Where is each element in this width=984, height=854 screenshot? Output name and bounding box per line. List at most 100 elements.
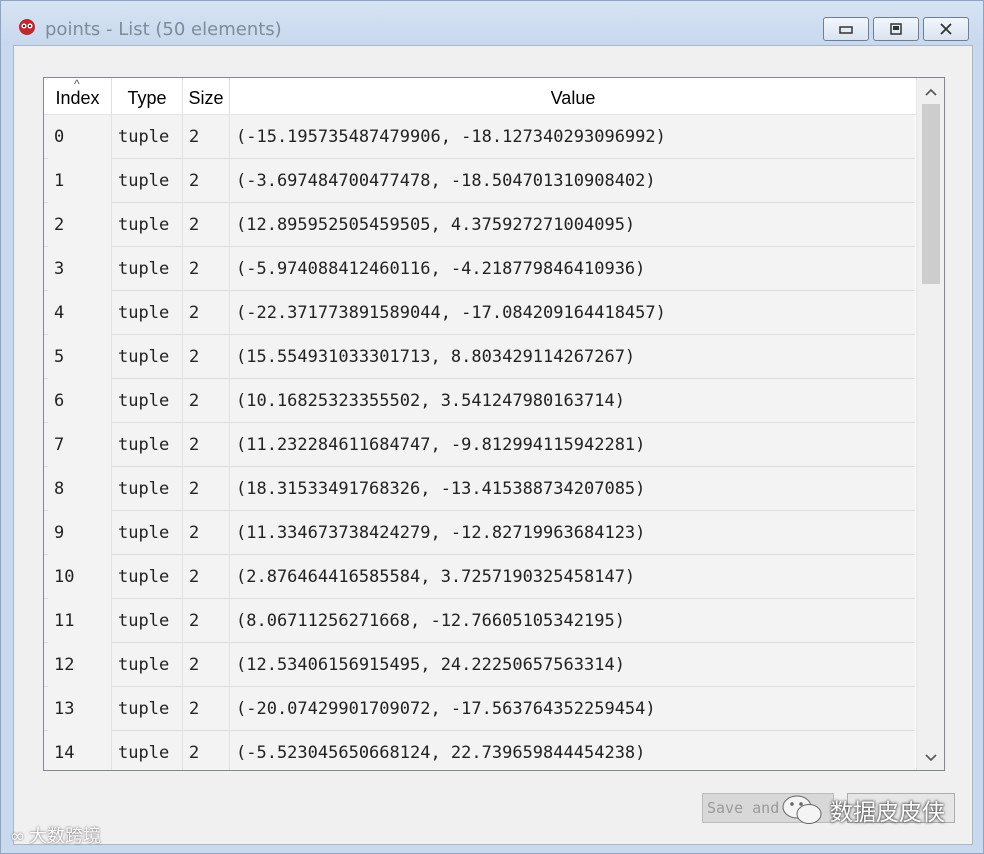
value-cell[interactable]: (-3.697484700477478, -18.504701310908402… (230, 159, 916, 203)
maximize-button[interactable] (873, 17, 919, 41)
size-cell[interactable]: 2 (183, 159, 230, 203)
index-cell[interactable]: 0 (48, 115, 112, 159)
value-cell[interactable]: (8.06711256271668, -12.76605105342195) (230, 599, 916, 643)
table-row[interactable]: 2 tuple 2 (12.895952505459505, 4.3759272710… (44, 203, 916, 247)
size-cell[interactable]: 2 (183, 291, 230, 335)
table-row[interactable]: 9 tuple 2 (11.334673738424279, -12.82719963… (44, 511, 916, 555)
table-row[interactable]: 13 tuple 2 (-20.07429901709072, -17.5637643… (44, 687, 916, 731)
type-cell[interactable]: tuple (112, 159, 183, 203)
dialog-body: ^ Index Type Size Value 0 tuple 2 (-15.1957… (13, 45, 973, 845)
size-cell[interactable]: 2 (183, 643, 230, 687)
size-cell[interactable]: 2 (183, 555, 230, 599)
type-cell[interactable]: tuple (112, 555, 183, 599)
index-cell[interactable]: 1 (48, 159, 112, 203)
table-row[interactable]: 11 tuple 2 (8.06711256271668, -12.766051053… (44, 599, 916, 643)
type-cell[interactable]: tuple (112, 687, 183, 731)
type-cell[interactable]: tuple (112, 731, 183, 770)
value-cell[interactable]: (-15.195735487479906, -18.12734029309699… (230, 115, 916, 159)
app-icon (19, 19, 35, 35)
column-header-label: Value (550, 88, 596, 108)
table-row[interactable]: 3 tuple 2 (-5.974088412460116, -4.218779846… (44, 247, 916, 291)
size-cell[interactable]: 2 (183, 335, 230, 379)
value-cell[interactable]: (18.31533491768326, -13.415388734207085) (230, 467, 916, 511)
table-row[interactable]: 8 tuple 2 (18.31533491768326, -13.415388734… (44, 467, 916, 511)
column-header-index[interactable]: ^ Index (44, 78, 112, 114)
index-cell[interactable]: 7 (48, 423, 112, 467)
table-body: 0 tuple 2 (-15.195735487479906, -18.1273402… (44, 115, 916, 770)
index-cell[interactable]: 2 (48, 203, 112, 247)
table-row[interactable]: 7 tuple 2 (11.232284611684747, -9.812994115… (44, 423, 916, 467)
type-cell[interactable]: tuple (112, 599, 183, 643)
index-cell[interactable]: 8 (48, 467, 112, 511)
size-cell[interactable]: 2 (183, 687, 230, 731)
size-cell[interactable]: 2 (183, 467, 230, 511)
table-row[interactable]: 5 tuple 2 (15.554931033301713, 8.8034291142… (44, 335, 916, 379)
index-cell[interactable]: 10 (48, 555, 112, 599)
scroll-down-icon[interactable] (917, 744, 944, 770)
watermark-logo-icon: ∞ (10, 826, 25, 847)
maximize-icon (890, 23, 902, 35)
size-cell[interactable]: 2 (183, 731, 230, 770)
column-header-value[interactable]: Value (230, 78, 916, 114)
value-cell[interactable]: (-20.07429901709072, -17.563764352259454… (230, 687, 916, 731)
index-cell[interactable]: 4 (48, 291, 112, 335)
value-cell[interactable]: (2.876464416585584, 3.7257190325458147) (230, 555, 916, 599)
table-row[interactable]: 14 tuple 2 (-5.523045650668124, 22.73965984… (44, 731, 916, 770)
value-cell[interactable]: (-5.523045650668124, 22.739659844454238) (230, 731, 916, 770)
type-cell[interactable]: tuple (112, 291, 183, 335)
close-button[interactable] (923, 17, 969, 41)
index-cell[interactable]: 14 (48, 731, 112, 770)
type-cell[interactable]: tuple (112, 423, 183, 467)
value-cell[interactable]: (-5.974088412460116, -4.218779846410936) (230, 247, 916, 291)
vertical-scrollbar[interactable] (916, 78, 944, 770)
type-cell[interactable]: tuple (112, 335, 183, 379)
value-cell[interactable]: (11.232284611684747, -9.812994115942281) (230, 423, 916, 467)
index-cell[interactable]: 13 (48, 687, 112, 731)
type-cell[interactable]: tuple (112, 511, 183, 555)
source-watermark: ∞ 大数跨境 (10, 822, 101, 848)
size-cell[interactable]: 2 (183, 379, 230, 423)
index-cell[interactable]: 3 (48, 247, 112, 291)
size-cell[interactable]: 2 (183, 423, 230, 467)
size-cell[interactable]: 2 (183, 247, 230, 291)
table-header: ^ Index Type Size Value (44, 78, 916, 115)
type-cell[interactable]: tuple (112, 643, 183, 687)
size-cell[interactable]: 2 (183, 599, 230, 643)
table-row[interactable]: 1 tuple 2 (-3.697484700477478, -18.50470131… (44, 159, 916, 203)
table-row[interactable]: 12 tuple 2 (12.53406156915495, 24.222506575… (44, 643, 916, 687)
wechat-watermark: 数据皮皮侠 (780, 788, 945, 832)
title-bar[interactable]: points - List (50 elements) (1, 1, 983, 45)
column-header-label: Size (188, 88, 224, 108)
minimize-icon (839, 26, 853, 34)
table-row[interactable]: 0 tuple 2 (-15.195735487479906, -18.1273402… (44, 115, 916, 159)
column-header-type[interactable]: Type (112, 78, 183, 114)
value-cell[interactable]: (12.895952505459505, 4.375927271004095) (230, 203, 916, 247)
value-cell[interactable]: (-22.371773891589044, -17.08420916441845… (230, 291, 916, 335)
value-cell[interactable]: (15.554931033301713, 8.803429114267267) (230, 335, 916, 379)
table-row[interactable]: 4 tuple 2 (-22.371773891589044, -17.0842091… (44, 291, 916, 335)
index-cell[interactable]: 12 (48, 643, 112, 687)
size-cell[interactable]: 2 (183, 511, 230, 555)
type-cell[interactable]: tuple (112, 115, 183, 159)
column-header-size[interactable]: Size (183, 78, 230, 114)
index-cell[interactable]: 6 (48, 379, 112, 423)
size-cell[interactable]: 2 (183, 203, 230, 247)
wechat-icon (782, 795, 822, 824)
value-cell[interactable]: (12.53406156915495, 24.22250657563314) (230, 643, 916, 687)
value-cell[interactable]: (10.16825323355502, 3.541247980163714) (230, 379, 916, 423)
scrollbar-thumb[interactable] (922, 104, 940, 284)
scroll-up-icon[interactable] (917, 78, 944, 104)
type-cell[interactable]: tuple (112, 467, 183, 511)
value-cell[interactable]: (11.334673738424279, -12.82719963684123) (230, 511, 916, 555)
type-cell[interactable]: tuple (112, 379, 183, 423)
index-cell[interactable]: 11 (48, 599, 112, 643)
table-row[interactable]: 6 tuple 2 (10.16825323355502, 3.54124798016… (44, 379, 916, 423)
minimize-button[interactable] (823, 17, 869, 41)
type-cell[interactable]: tuple (112, 247, 183, 291)
size-cell[interactable]: 2 (183, 115, 230, 159)
sort-ascending-icon: ^ (74, 77, 80, 91)
index-cell[interactable]: 9 (48, 511, 112, 555)
index-cell[interactable]: 5 (48, 335, 112, 379)
table-row[interactable]: 10 tuple 2 (2.876464416585584, 3.7257190325… (44, 555, 916, 599)
type-cell[interactable]: tuple (112, 203, 183, 247)
